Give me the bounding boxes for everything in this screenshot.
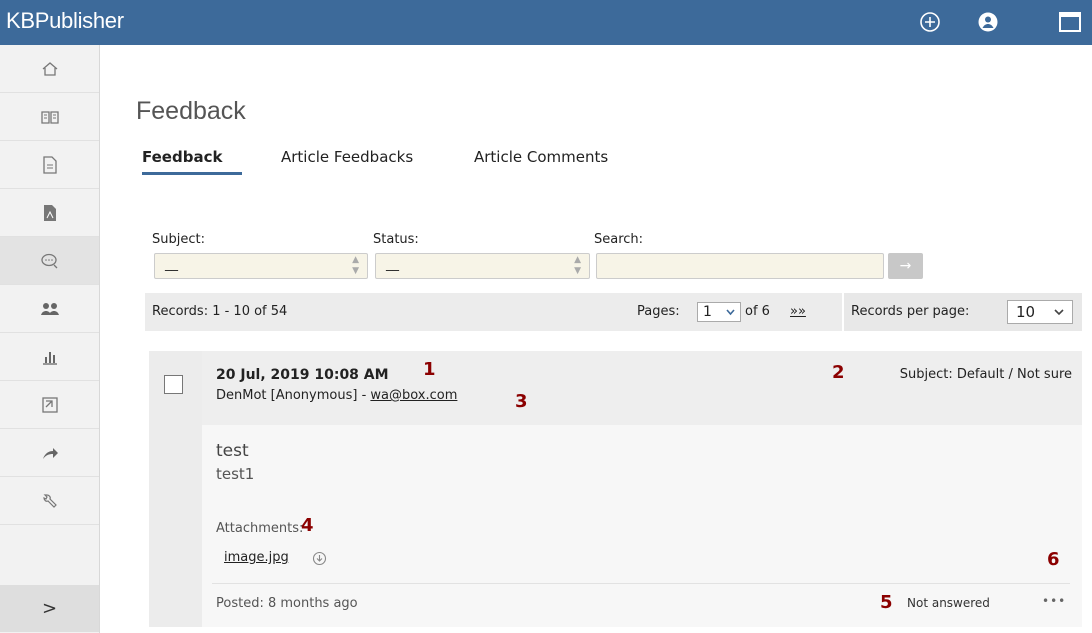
wrench-icon (42, 493, 57, 508)
book-icon (40, 110, 59, 124)
sidebar-item-settings[interactable] (0, 477, 99, 525)
more-actions-button[interactable]: ••• (1042, 594, 1066, 608)
chevron-down-icon (726, 309, 735, 316)
sidebar-item-share[interactable] (0, 429, 99, 477)
sidebar: > (0, 45, 100, 633)
import-icon (41, 396, 58, 413)
page-select-value: 1 (703, 304, 712, 320)
plus-circle-icon[interactable] (917, 9, 943, 35)
sidebar-item-pdf[interactable] (0, 189, 99, 237)
user-circle-icon[interactable] (975, 9, 1001, 35)
feedback-subject: Subject: Default / Not sure (899, 367, 1072, 382)
records-per-page-bar: Records per page: 10 (842, 293, 1082, 331)
pages-label: Pages: (637, 304, 680, 319)
status-select-value: __ (386, 257, 399, 272)
subject-select-value: __ (165, 257, 178, 272)
tab-article-comments[interactable]: Article Comments (474, 148, 608, 166)
annotation-5: 5 (880, 592, 893, 613)
sidebar-expand-button[interactable]: > (0, 585, 99, 632)
tab-article-feedbacks[interactable]: Article Feedbacks (281, 148, 413, 166)
download-icon[interactable] (312, 551, 327, 566)
records-per-page-value: 10 (1016, 303, 1036, 321)
tab-feedback[interactable]: Feedback (142, 148, 222, 166)
records-bar: Records: 1 - 10 of 54 Pages: 1 of 6 »» (145, 293, 842, 331)
annotation-2: 2 (832, 362, 845, 383)
search-input[interactable] (596, 253, 884, 279)
comments-icon (40, 253, 57, 268)
app-brand[interactable]: KBPublisher (6, 8, 124, 34)
bar-chart-icon (42, 351, 57, 365)
subject-filter-label: Subject: (152, 232, 205, 247)
sidebar-item-book[interactable] (0, 93, 99, 141)
top-bar: KBPublisher (0, 0, 1092, 45)
sidebar-item-import[interactable] (0, 381, 99, 429)
page-count: of 6 (745, 304, 770, 319)
feedback-card-body: test test1 Attachments: image.jpg Posted… (202, 425, 1082, 627)
document-icon (42, 155, 57, 174)
feedback-date: 20 Jul, 2019 10:08 AM (216, 367, 389, 383)
page-title: Feedback (136, 97, 246, 125)
status-text: Not answered (907, 596, 990, 610)
feedback-author: DenMot [Anonymous] - wa@box.com (216, 388, 457, 403)
select-arrows-icon: ▲ ▼ (352, 255, 359, 276)
select-checkbox[interactable] (164, 375, 183, 394)
select-arrows-icon: ▲ ▼ (574, 255, 581, 276)
sidebar-item-document[interactable] (0, 141, 99, 189)
annotation-1: 1 (423, 359, 436, 380)
card-divider (212, 583, 1070, 584)
annotation-3: 3 (515, 391, 528, 412)
sidebar-item-feedback[interactable] (0, 237, 99, 285)
share-arrow-icon (42, 447, 58, 459)
page-select[interactable]: 1 (697, 302, 741, 322)
home-icon (42, 61, 57, 76)
annotation-6: 6 (1047, 549, 1060, 570)
next-pages-link[interactable]: »» (790, 304, 806, 319)
search-go-button[interactable]: → (888, 253, 923, 279)
search-label: Search: (594, 232, 644, 247)
attachment-link[interactable]: image.jpg (224, 550, 289, 565)
subject-select[interactable]: __ ▲ ▼ (154, 253, 368, 279)
records-per-page-label: Records per page: (851, 304, 970, 319)
feedback-card-header: 20 Jul, 2019 10:08 AM DenMot [Anonymous]… (202, 351, 1082, 426)
author-email-link[interactable]: wa@box.com (370, 388, 457, 403)
window-icon[interactable] (1057, 9, 1083, 35)
feedback-body: test1 (216, 465, 255, 483)
sidebar-item-reports[interactable] (0, 333, 99, 381)
feedback-title: test (216, 441, 249, 461)
pdf-file-icon (43, 204, 56, 221)
records-summary: Records: 1 - 10 of 54 (152, 304, 288, 319)
users-icon (40, 302, 59, 315)
posted-time: Posted: 8 months ago (216, 596, 358, 611)
author-name: DenMot [Anonymous] - (216, 388, 371, 403)
status-select[interactable]: __ ▲ ▼ (375, 253, 590, 279)
records-per-page-select[interactable]: 10 (1007, 300, 1073, 324)
sidebar-item-users[interactable] (0, 285, 99, 333)
sidebar-item-home[interactable] (0, 45, 99, 93)
annotation-4: 4 (301, 515, 314, 536)
chevron-down-icon (1054, 309, 1064, 316)
status-filter-label: Status: (373, 232, 419, 247)
active-tab-indicator (142, 172, 242, 175)
attachments-label: Attachments: (216, 521, 304, 536)
